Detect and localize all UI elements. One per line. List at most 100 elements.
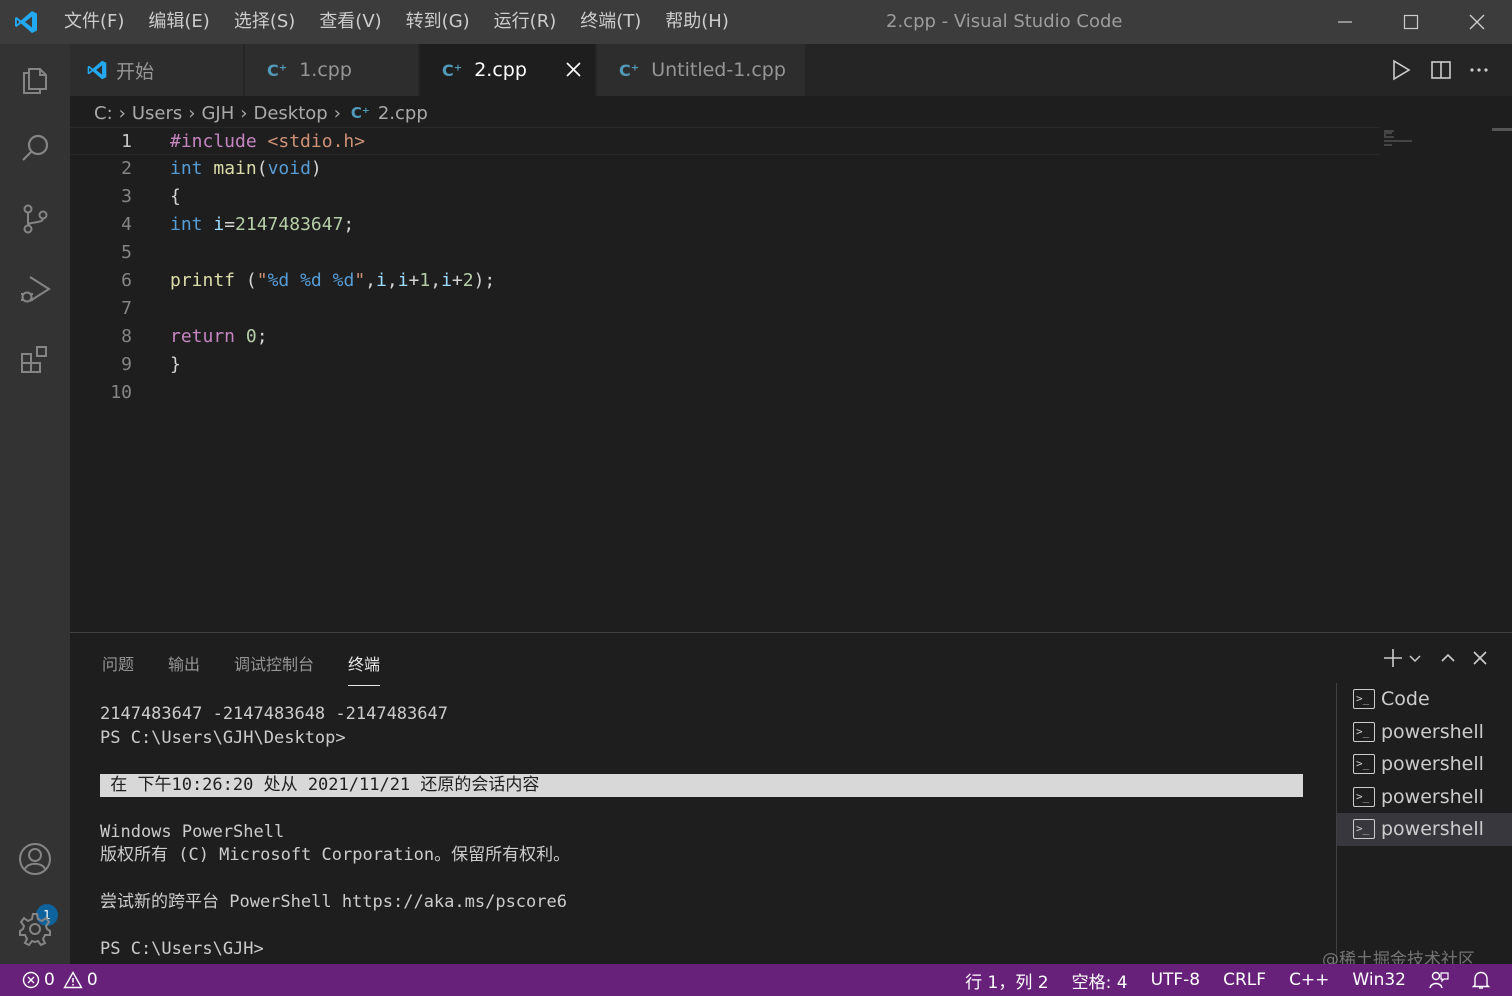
cpp-file-icon: C⁺ [619,60,640,80]
title-bar: 文件(F) 编辑(E) 选择(S) 查看(V) 转到(G) 运行(R) 终端(T… [0,0,1512,44]
chevron-right-icon: › [333,102,341,124]
line-number: 2 [121,158,132,179]
menu-run[interactable]: 运行(R) [482,0,569,44]
error-icon [22,971,40,989]
platform[interactable]: Win32 [1352,970,1406,990]
terminal-instance-label: powershell [1381,753,1484,776]
tab-2-cpp[interactable]: C⁺ 2.cpp [420,44,596,96]
line-number: 3 [121,186,132,207]
settings-gear-icon[interactable] [12,906,58,952]
source-control-icon[interactable] [12,196,58,242]
line-number: 6 [121,270,132,291]
breadcrumb-users[interactable]: Users [132,103,182,124]
terminal-instance-powershell[interactable]: >_ powershell [1337,716,1512,749]
terminal-prompt: PS C:\Users\GJH> [100,939,264,959]
terminal-output[interactable]: 2147483647 -2147483648 -2147483647 PS C:… [100,703,1310,962]
terminal-instance-powershell[interactable]: >_ powershell [1337,748,1512,781]
terminal-restore-banner: 在 下午10:26:20 处从 2021/11/21 还原的会话内容 [100,773,1303,797]
breadcrumb: C: › Users › GJH › Desktop › C⁺ 2.cpp [94,96,428,130]
breadcrumb-drive[interactable]: C: [94,103,113,124]
code-editor[interactable]: 1 #include <stdio.h> 2 int main(void) 3 … [70,127,1512,632]
tab-untitled-1-cpp[interactable]: C⁺ Untitled-1.cpp [597,44,806,96]
extensions-icon[interactable] [12,336,58,382]
breadcrumb-file[interactable]: 2.cpp [378,103,428,124]
editor-scrollbar[interactable] [1492,128,1512,131]
accounts-icon[interactable] [12,836,58,882]
warning-icon [63,971,83,989]
activity-bar: 1 [0,44,70,964]
menu-edit[interactable]: 编辑(E) [136,0,221,44]
maximize-panel-icon[interactable] [1440,650,1456,666]
terminal-icon: >_ [1353,721,1375,742]
terminal-instance-code[interactable]: >_ Code [1337,683,1512,716]
minimize-button[interactable] [1312,0,1378,44]
line-number: 9 [121,354,132,375]
split-editor-icon[interactable] [1430,59,1452,81]
cpp-file-icon: C⁺ [442,60,463,80]
tab-label: 1.cpp [299,59,352,81]
feedback-icon[interactable] [1429,970,1449,990]
code-line: 9 } [70,351,1380,379]
run-debug-icon[interactable] [12,266,58,312]
close-window-button[interactable] [1444,0,1510,44]
close-panel-icon[interactable] [1472,650,1488,666]
terminal-instance-powershell-selected[interactable]: >_ powershell [1337,813,1512,846]
new-terminal-icon[interactable] [1382,647,1404,669]
breadcrumb-desktop[interactable]: Desktop [253,103,327,124]
vscode-logo-icon [86,59,108,81]
code-line: 7 [70,295,1380,323]
tab-terminal[interactable]: 终端 [348,651,381,686]
code-text: printf ("%d %d %d",i,i+1,i+2); [170,270,496,291]
tab-debug-console[interactable]: 调试控制台 [234,651,314,686]
more-actions-icon[interactable] [1468,59,1490,81]
encoding[interactable]: UTF-8 [1151,970,1201,990]
line-number: 7 [121,298,132,319]
error-count: 0 [44,970,55,990]
language-mode[interactable]: C++ [1289,970,1329,990]
terminal-instance-label: Code [1381,688,1430,711]
line-ending[interactable]: CRLF [1223,970,1266,990]
vscode-logo-icon [0,0,52,44]
editor-tab-bar: 开始 C⁺ 1.cpp C⁺ 2.cpp C⁺ Untitled-1.cpp [70,44,1512,96]
tab-label: 2.cpp [474,59,527,81]
menu-terminal[interactable]: 终端(T) [568,0,653,44]
notifications-bell-icon[interactable] [1472,970,1490,990]
code-text: #include <stdio.h> [170,131,366,152]
cpp-file-icon: C⁺ [350,104,370,122]
terminal-icon: >_ [1353,689,1375,710]
maximize-button[interactable] [1378,0,1444,44]
chevron-right-icon: › [188,102,196,124]
tab-output[interactable]: 输出 [168,651,200,686]
menu-selection[interactable]: 选择(S) [222,0,307,44]
search-icon[interactable] [12,126,58,172]
menu-help[interactable]: 帮助(H) [653,0,741,44]
code-line: 6 printf ("%d %d %d",i,i+1,i+2); [70,267,1380,295]
close-tab-icon[interactable] [566,62,581,77]
tab-welcome[interactable]: 开始 [70,44,244,96]
tab-problems[interactable]: 问题 [102,651,134,686]
code-line: 3 { [70,183,1380,211]
cursor-position[interactable]: 行 1，列 2 [965,968,1048,993]
terminal-line: PS C:\Users\GJH\Desktop> [100,727,346,748]
menu-file[interactable]: 文件(F) [52,0,136,44]
chevron-right-icon: › [118,102,126,124]
editor-actions [1390,44,1490,96]
menu-view[interactable]: 查看(V) [307,0,393,44]
terminal-instance-list: >_ Code >_ powershell >_ powershell >_ p… [1336,683,1512,965]
terminal-icon: >_ [1353,819,1375,840]
status-right: 行 1，列 2 空格: 4 UTF-8 CRLF C++ Win32 [942,964,1490,996]
chevron-down-icon[interactable] [1408,651,1422,665]
line-number: 10 [110,382,132,403]
run-icon[interactable] [1390,59,1412,81]
problems-status[interactable]: 0 0 [22,964,98,996]
window-title: 2.cpp - Visual Studio Code [886,11,1123,32]
tab-1-cpp[interactable]: C⁺ 1.cpp [245,44,419,96]
minimap[interactable] [1384,130,1492,150]
terminal-instance-powershell[interactable]: >_ powershell [1337,781,1512,814]
indentation[interactable]: 空格: 4 [1072,968,1128,993]
line-number: 4 [121,214,132,235]
breadcrumb-gjh[interactable]: GJH [201,103,234,124]
explorer-icon[interactable] [12,56,58,102]
menu-go[interactable]: 转到(G) [394,0,482,44]
